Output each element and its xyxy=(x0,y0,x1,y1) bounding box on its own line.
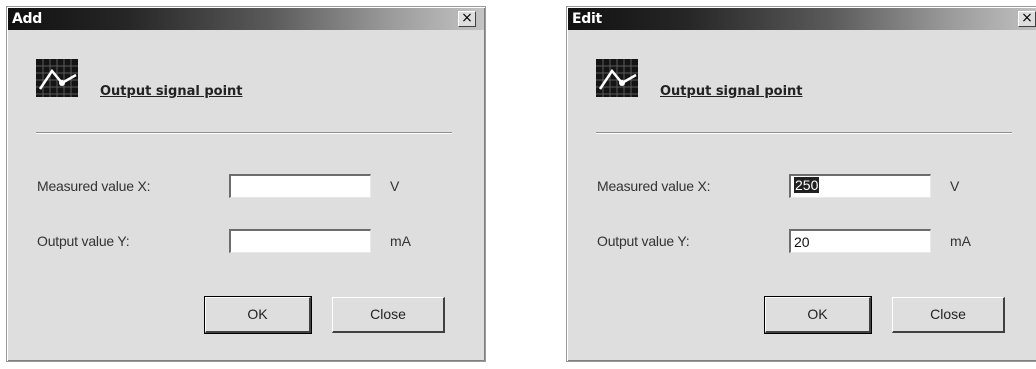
output-value-y-input[interactable] xyxy=(789,229,931,253)
output-value-y-label: Output value Y: xyxy=(597,233,690,249)
measured-value-x-label: Measured value X: xyxy=(37,178,151,194)
heading-link[interactable]: Output signal point xyxy=(100,84,243,99)
close-button[interactable]: Close xyxy=(892,297,1005,333)
separator xyxy=(36,132,452,134)
selected-text: 250 xyxy=(794,177,820,193)
edit-dialog-close-icon[interactable]: × xyxy=(1018,11,1036,27)
chart-icon xyxy=(596,59,638,97)
ok-button[interactable]: OK xyxy=(204,296,312,334)
unit-ma-label: mA xyxy=(390,233,411,249)
close-button[interactable]: Close xyxy=(332,297,445,333)
output-value-y-input[interactable] xyxy=(229,229,371,253)
edit-dialog: Edit × Output signal point Measured valu… xyxy=(566,6,1036,362)
measured-value-x-label: Measured value X: xyxy=(597,178,711,194)
edit-dialog-title: Edit xyxy=(572,11,602,27)
chart-icon xyxy=(36,59,78,97)
unit-v-label: V xyxy=(950,178,960,194)
output-value-y-label: Output value Y: xyxy=(37,233,130,249)
add-dialog: Add × Output signal point Measured value… xyxy=(6,6,486,362)
add-dialog-title: Add xyxy=(12,11,42,27)
add-dialog-close-icon[interactable]: × xyxy=(458,11,476,27)
measured-value-x-input[interactable]: 250 xyxy=(789,174,931,198)
ok-button[interactable]: OK xyxy=(764,296,872,334)
separator xyxy=(596,132,1012,134)
measured-value-x-input[interactable] xyxy=(229,174,371,198)
edit-dialog-titlebar[interactable]: Edit × xyxy=(568,8,1036,30)
unit-ma-label: mA xyxy=(950,233,971,249)
heading-link[interactable]: Output signal point xyxy=(660,84,803,99)
unit-v-label: V xyxy=(390,178,400,194)
add-dialog-titlebar[interactable]: Add × xyxy=(8,8,484,30)
